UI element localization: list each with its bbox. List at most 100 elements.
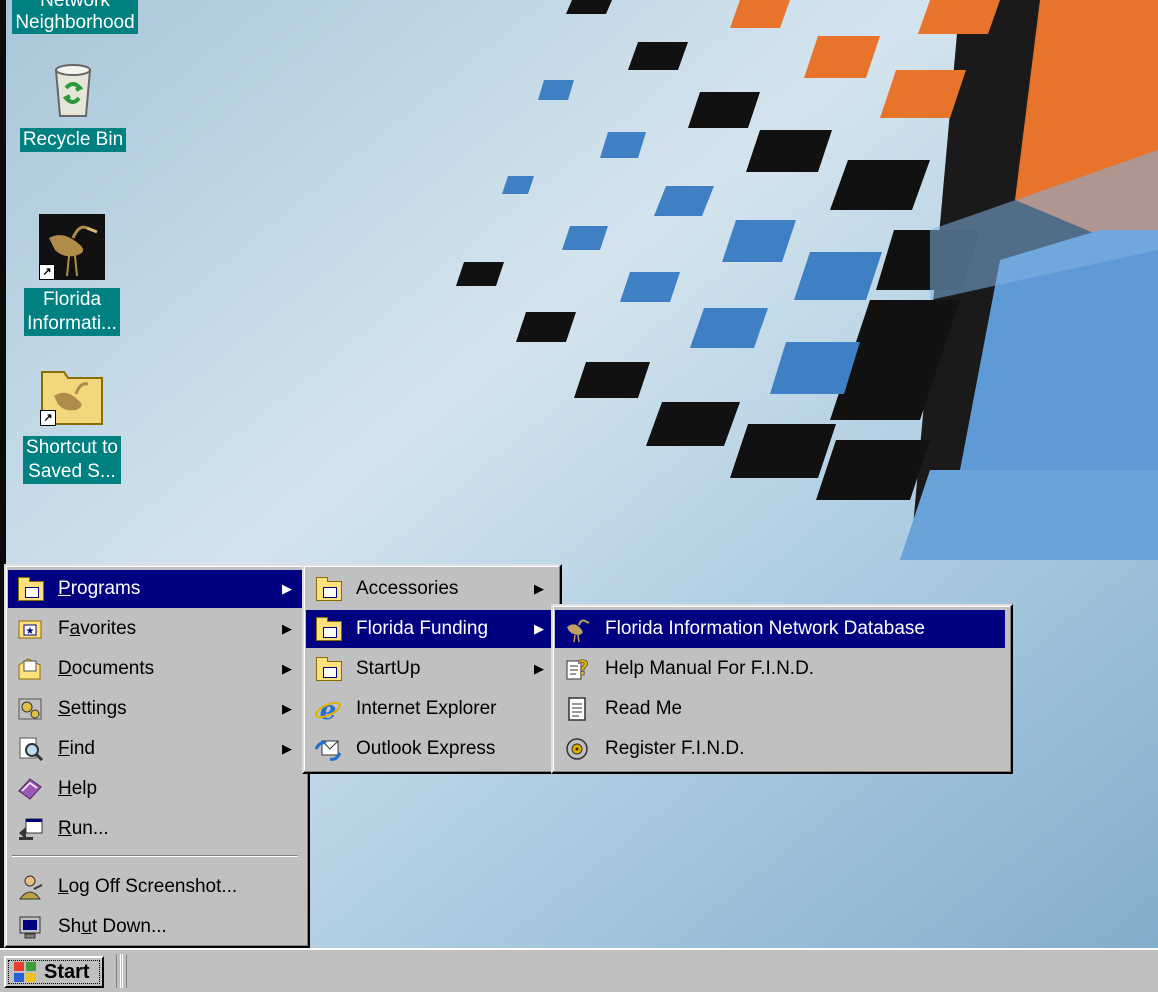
shortcut-saved-icon[interactable]: ↗ Shortcut to Saved S... [12,364,132,484]
menu-label: Read Me [605,698,683,719]
shortcut-arrow-icon: ↗ [40,410,56,426]
help-manual-icon: ? [563,655,591,683]
menu-label: ind [69,738,95,759]
submenu-arrow-icon: ▶ [534,581,544,596]
florida-funding-folder-icon [314,615,342,643]
desk-label-line2: Neighborhood [15,12,135,33]
menu-label-pre: Sh [58,916,82,937]
mnemonic: D [58,658,72,679]
submenu-arrow-icon: ▶ [282,581,292,596]
log-off-icon [16,873,44,901]
startup-folder-icon [314,655,342,683]
menu-label: un... [71,818,109,839]
desk-label-line2: Saved S... [28,461,116,482]
taskbar-divider [116,954,121,988]
submenu-arrow-icon: ▶ [282,701,292,716]
mnemonic: S [58,698,71,719]
menu-label: StartUp [356,658,421,679]
mnemonic: F [58,738,70,759]
desk-label-line1: Florida [42,289,102,310]
desk-label-line1: Shortcut to [26,437,118,458]
menu-label: Accessories [356,578,459,599]
menu-item-read-me[interactable]: Read Me [555,690,1005,728]
menu-item-favorites[interactable]: ★ Favorites ▶ [8,610,302,648]
menu-label: Help Manual For F.I.N.D. [605,658,815,679]
recycle-bin-icon[interactable]: Recycle Bin [8,62,138,152]
find-icon [16,735,44,763]
documents-icon [16,655,44,683]
svg-text:★: ★ [26,626,35,637]
menu-label: Outlook Express [356,738,496,759]
register-disc-icon [563,735,591,763]
submenu-arrow-icon: ▶ [282,741,292,756]
mnemonic: R [58,818,72,839]
menu-item-find[interactable]: Find ▶ [8,730,302,768]
menu-label: elp [71,778,98,799]
start-label: Start [44,960,90,983]
menu-label: ocuments [71,658,155,679]
menu-item-florida-funding[interactable]: Florida Funding ▶ [306,610,554,648]
menu-label: t Down... [91,916,167,937]
menu-label: Florida Funding [356,618,489,639]
submenu-arrow-icon: ▶ [534,621,544,636]
recycle-bin-icon-image [54,64,92,117]
mnemonic: L [58,876,69,897]
menu-item-log-off[interactable]: Log Off Screenshot... [8,868,302,906]
menu-item-programs[interactable]: Programs ▶ [8,570,302,608]
menu-item-help[interactable]: Help [8,770,302,808]
desk-label-line2: Informati... [27,313,117,334]
favorites-icon: ★ [16,615,44,643]
shortcut-arrow-icon: ↗ [39,264,55,280]
notepad-icon [563,695,591,723]
start-menu: Programs ▶ ★ Favorites ▶ Documents ▶ Set… [4,564,310,948]
heron-app-icon [563,615,591,643]
run-icon [16,815,44,843]
submenu-arrow-icon: ▶ [282,661,292,676]
florida-funding-submenu: Florida Information Network Database ? H… [551,604,1013,774]
taskbar: Start [0,948,1158,992]
outlook-express-icon [314,735,342,763]
network-neighborhood-icon[interactable]: Network Neighborhood [4,0,146,34]
menu-label: Register F.I.N.D. [605,738,745,759]
mnemonic: a [69,618,81,639]
shut-down-icon [16,913,44,941]
svg-text:?: ? [577,656,589,680]
florida-information-icon[interactable]: ↗ Florida Informati... [12,214,132,336]
menu-label: rograms [70,578,141,599]
menu-item-internet-explorer[interactable]: e Internet Explorer [306,690,554,728]
menu-item-settings[interactable]: Settings ▶ [8,690,302,728]
menu-item-help-manual[interactable]: ? Help Manual For F.I.N.D. [555,650,1005,688]
menu-label: ettings [70,698,127,719]
menu-separator [12,855,298,857]
help-book-icon [16,775,44,803]
submenu-arrow-icon: ▶ [282,621,292,636]
menu-item-documents[interactable]: Documents ▶ [8,650,302,688]
start-button[interactable]: Start [4,956,104,988]
menu-item-run[interactable]: Run... [8,810,302,848]
settings-icon [16,695,44,723]
menu-label: Internet Explorer [356,698,497,719]
menu-label: vorites [80,618,137,639]
windows-flag-icon [14,962,36,982]
menu-item-accessories[interactable]: Accessories ▶ [306,570,554,608]
submenu-arrow-icon: ▶ [534,661,544,676]
mnemonic: u [81,916,92,937]
taskbar-grip[interactable] [122,954,127,988]
menu-item-register-find[interactable]: Register F.I.N.D. [555,730,1005,768]
svg-text:e: e [320,696,337,723]
menu-item-outlook-express[interactable]: Outlook Express [306,730,554,768]
mnemonic: P [58,578,71,599]
internet-explorer-icon: e [314,695,342,726]
menu-item-shut-down[interactable]: Shut Down... [8,908,302,946]
desk-label-line1: Network [40,0,110,11]
menu-item-startup[interactable]: StartUp ▶ [306,650,554,688]
accessories-folder-icon [314,575,342,603]
menu-label: Florida Information Network Database [605,618,925,639]
programs-folder-icon [16,575,44,603]
menu-label: og Off Screenshot... [68,876,238,897]
menu-item-florida-information-network-database[interactable]: Florida Information Network Database [555,610,1005,648]
mnemonic: H [58,778,72,799]
menu-label-pre: F [58,618,70,639]
programs-submenu: Accessories ▶ Florida Funding ▶ StartUp … [302,564,562,774]
desk-label: Recycle Bin [19,128,127,152]
